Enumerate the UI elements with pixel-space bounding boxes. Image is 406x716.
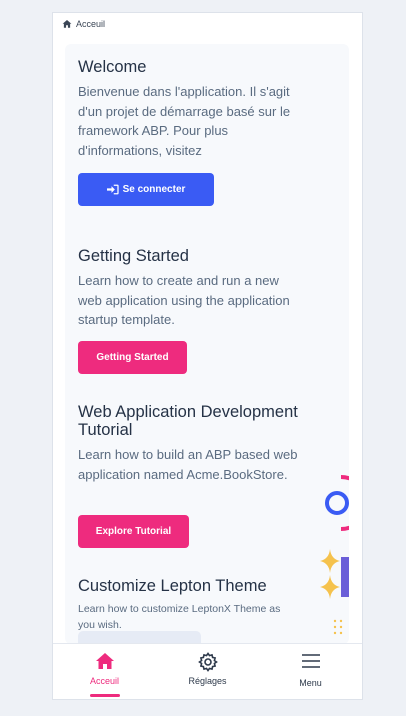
welcome-title: Welcome — [78, 58, 147, 76]
tutorial-description: Learn how to build an ABP based web appl… — [78, 447, 298, 482]
getting-started-description: Learn how to create and run a new web ap… — [78, 273, 290, 327]
tutorial-section: Web Application Development Tutorial Lea… — [78, 403, 298, 484]
customize-title: Customize Lepton Theme — [78, 577, 267, 595]
explore-tutorial-button[interactable]: Explore Tutorial — [78, 515, 189, 548]
sign-in-icon — [106, 184, 119, 195]
breadcrumb-item-home[interactable]: Acceuil — [76, 19, 105, 29]
login-button[interactable]: Se connecter — [78, 173, 214, 206]
nav-item-home[interactable]: Acceuil — [53, 644, 156, 699]
home-icon[interactable] — [62, 19, 72, 29]
bottom-navigation: Acceuil Réglages Menu — [53, 643, 362, 699]
getting-started-section: Getting Started Learn how to create and … — [78, 247, 298, 330]
welcome-description: Bienvenue dans l'application. Il s'agit … — [78, 84, 291, 158]
getting-started-button[interactable]: Getting Started — [78, 341, 187, 374]
decorative-shapes — [320, 475, 349, 635]
nav-item-settings[interactable]: Réglages — [156, 644, 259, 699]
customize-section: Customize Lepton Theme Learn how to cust… — [78, 577, 298, 633]
login-button-label: Se connecter — [122, 184, 186, 195]
gear-icon — [197, 652, 218, 672]
getting-started-button-label: Getting Started — [96, 352, 169, 363]
dots-pattern — [333, 619, 343, 635]
nav-item-home-label: Acceuil — [89, 676, 119, 686]
welcome-section: Welcome Bienvenue dans l'application. Il… — [78, 58, 298, 160]
star-icon — [320, 575, 340, 599]
customize-description: Learn how to customize LeptonX Theme as … — [78, 603, 281, 631]
explore-tutorial-button-label: Explore Tutorial — [95, 526, 172, 537]
star-icon — [320, 549, 340, 573]
hamburger-icon — [301, 654, 320, 668]
main-content: Welcome Bienvenue dans l'application. Il… — [65, 44, 349, 644]
home-icon — [95, 653, 114, 669]
getting-started-title: Getting Started — [78, 247, 189, 265]
nav-item-menu[interactable]: Menu — [259, 644, 362, 699]
tutorial-title: Web Application Development Tutorial — [78, 403, 298, 439]
nav-item-menu-label: Menu — [299, 678, 322, 688]
app-frame: Acceuil Welcome Bienvenue dans l'applica… — [52, 12, 363, 700]
ring-icon — [325, 491, 349, 515]
violet-bar — [341, 557, 349, 597]
active-indicator — [89, 694, 120, 697]
breadcrumb: Acceuil — [53, 13, 362, 35]
nav-item-settings-label: Réglages — [188, 676, 227, 686]
